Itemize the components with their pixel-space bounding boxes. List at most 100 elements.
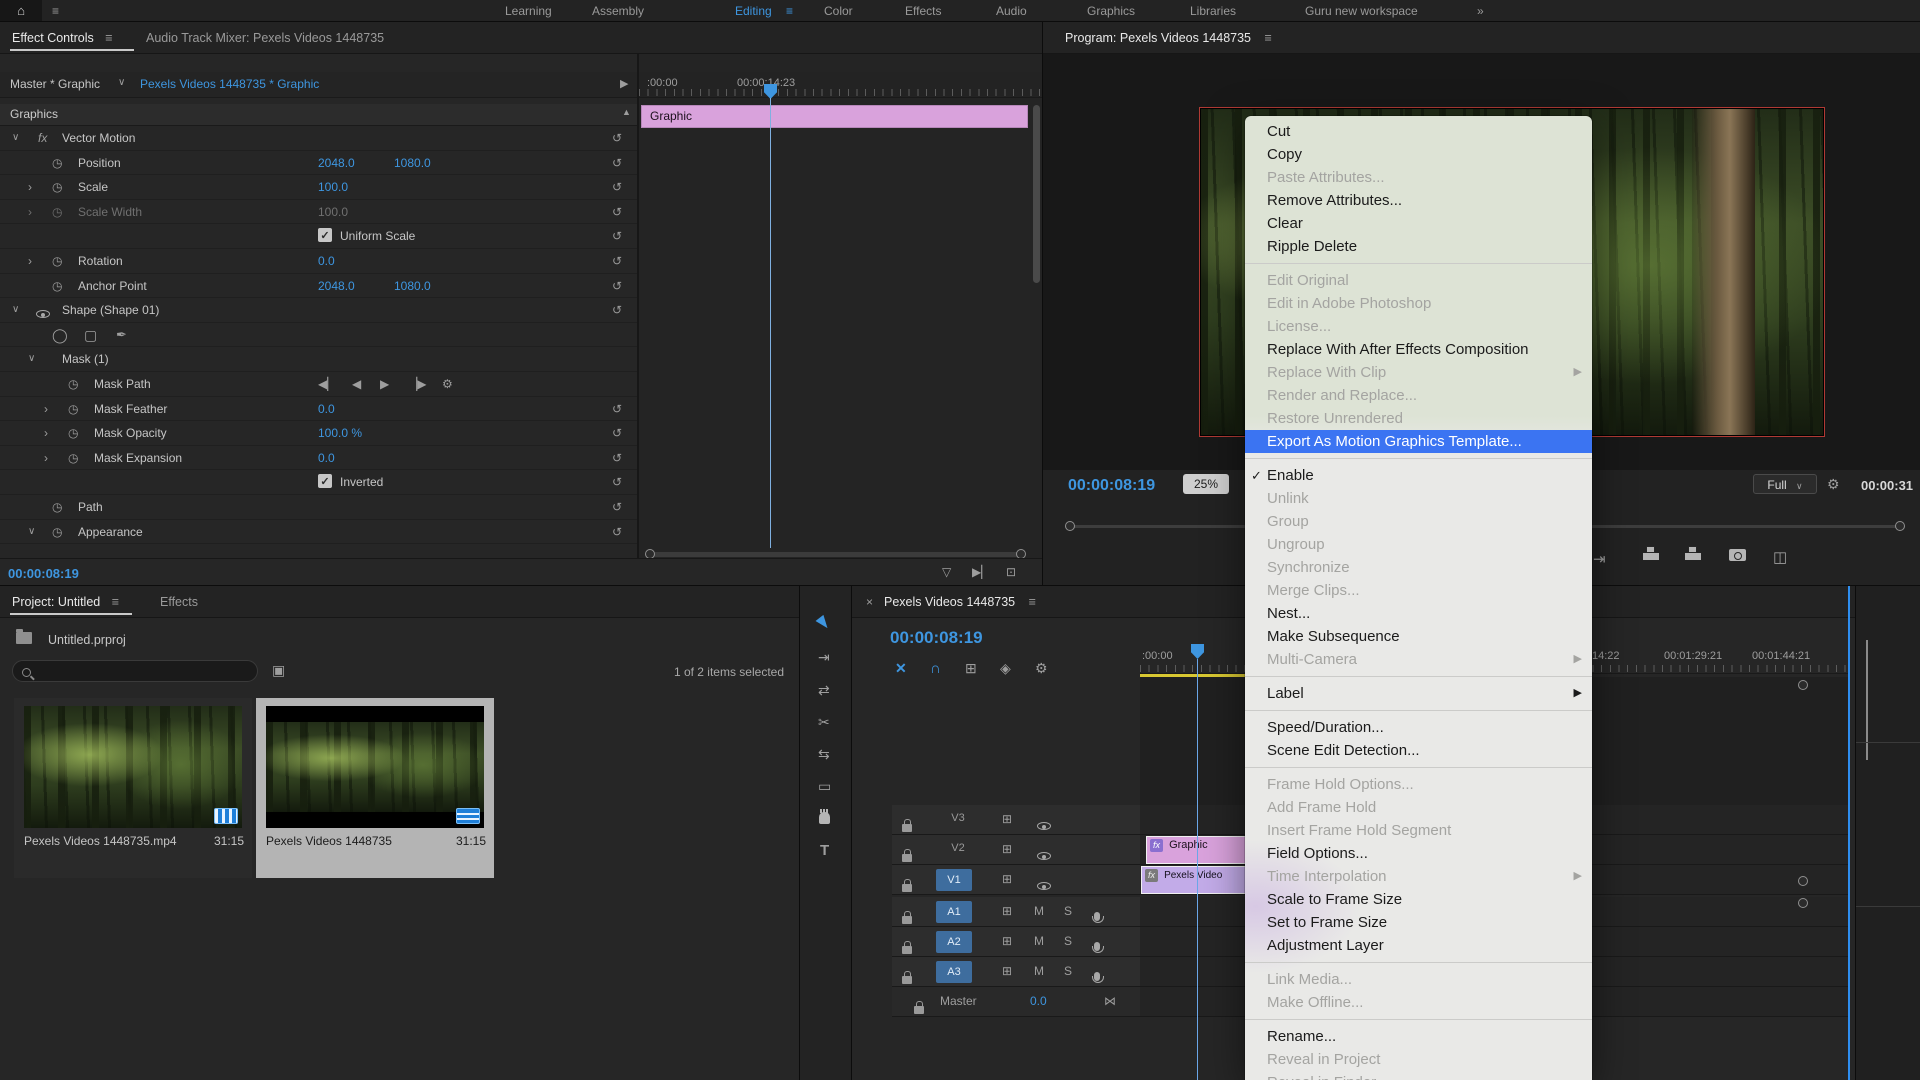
magnet-snap-icon[interactable]: ∩ [930,660,941,677]
hand-tool[interactable] [819,809,830,827]
rectangle-tool-icon[interactable]: ▢ [84,327,97,343]
master-gain-value[interactable]: 0.0 [1030,994,1047,1008]
wrench-icon[interactable]: ⚙ [442,376,453,392]
add-marker-icon[interactable]: ◈ [1000,660,1011,677]
ellipse-tool-icon[interactable]: ◯ [52,327,68,343]
master-clip-tab[interactable]: Master * Graphic [10,77,100,91]
stopwatch-icon[interactable]: ◷ [52,524,62,540]
sync-lock-icon[interactable]: ⊞ [1002,964,1012,978]
step-forward-icon[interactable]: ▶ [380,376,389,392]
mute-button[interactable]: M [1034,904,1044,918]
program-timecode[interactable]: 00:00:08:19 [1068,477,1155,495]
graphic-clip-bar[interactable]: Graphic [641,105,1028,128]
stopwatch-icon[interactable]: ◷ [68,376,78,392]
stopwatch-icon[interactable]: ◷ [52,278,62,294]
seek-left-handle[interactable] [1065,521,1075,531]
workspace-editing[interactable]: Editing [735,0,772,22]
reset-icon[interactable]: ↺ [612,228,622,244]
clip-thumbnail[interactable] [24,706,242,828]
chevron-right-icon[interactable]: › [44,401,48,417]
project-item-selected[interactable]: Pexels Videos 1448735 31:15 [256,698,494,878]
nest-toggle-icon[interactable]: ✕ [895,660,907,677]
linked-selection-icon[interactable]: ⊞ [965,660,977,677]
panel-menu-icon[interactable]: ≡ [112,595,119,609]
anchor-y-value[interactable]: 1080.0 [394,278,431,294]
vertical-scrollbar[interactable] [1033,105,1040,283]
extract-icon[interactable] [1685,546,1701,563]
mask-expansion-row[interactable]: › ◷ Mask Expansion 0.0 ↺ [0,446,637,471]
sync-lock-icon[interactable]: ⊞ [1002,904,1012,918]
tab-program[interactable]: Program: Pexels Videos 1448735 ≡ [1065,22,1272,54]
next-keyframe-icon[interactable]: ▕▶ [408,376,426,392]
vscroll-top-handle[interactable] [1798,680,1808,690]
horizontal-scrollbar[interactable] [653,552,1019,557]
path-row[interactable]: ◷ Path ↺ [0,495,637,520]
menu-item-nest[interactable]: Nest... [1245,602,1592,625]
menu-item-adjustment-layer[interactable]: Adjustment Layer [1245,934,1592,957]
razor-tool[interactable]: ✂ [818,714,830,731]
scale-value[interactable]: 100.0 [318,179,348,195]
export-frame-icon[interactable] [1729,549,1746,564]
reset-icon[interactable]: ↺ [612,450,622,466]
vscroll-handle[interactable] [1798,876,1808,886]
sync-lock-icon[interactable]: ⊞ [1002,872,1012,886]
anchor-x-value[interactable]: 2048.0 [318,278,355,294]
reset-icon[interactable]: ↺ [612,179,622,195]
stopwatch-icon[interactable]: ◷ [68,450,78,466]
project-filename[interactable]: Untitled.prproj [48,633,126,647]
mask-group-row[interactable]: ∨ Mask (1) [0,347,637,372]
mute-button[interactable]: M [1034,964,1044,978]
menu-item-scale-to-frame-size[interactable]: Scale to Frame Size [1245,888,1592,911]
seek-right-handle[interactable] [1895,521,1905,531]
sequence-thumbnail[interactable] [266,706,484,828]
menu-item-speed-duration[interactable]: Speed/Duration... [1245,716,1592,739]
funnel-icon[interactable]: ▽ [942,565,951,579]
mask-expansion-value[interactable]: 0.0 [318,450,335,466]
uniform-scale-checkbox[interactable]: ✓ [318,228,332,243]
tab-effects[interactable]: Effects [160,586,198,618]
menu-item-export-motion-graphics-template[interactable]: Export As Motion Graphics Template... [1245,430,1592,453]
stopwatch-icon[interactable]: ◷ [52,179,62,195]
scale-row[interactable]: › ◷ Scale 100.0 ↺ [0,175,637,200]
close-icon[interactable]: × [866,595,873,609]
current-timecode[interactable]: 00:00:08:19 [8,566,79,581]
export-icon[interactable]: ⊡ [1006,565,1016,579]
track-target-badge[interactable]: A1 [936,901,972,923]
chevron-right-icon[interactable]: › [44,450,48,466]
workspace-libraries[interactable]: Libraries [1190,0,1236,22]
workspace-assembly[interactable]: Assembly [592,0,644,22]
menu-item-remove-attributes[interactable]: Remove Attributes... [1245,189,1592,212]
reset-icon[interactable]: ↺ [612,425,622,441]
prev-keyframe-icon[interactable]: ◀▏ [318,376,336,392]
project-bin-icon[interactable] [16,629,32,647]
tab-sequence[interactable]: Pexels Videos 1448735 ≡ [884,586,1036,618]
playback-quality-dropdown[interactable]: Full ∨ [1753,474,1817,494]
filmstrip-badge-icon[interactable] [214,808,238,824]
reset-icon[interactable]: ↺ [612,155,622,171]
home-icon[interactable]: ⌂ [0,0,42,22]
track-label[interactable]: V2 [940,842,976,854]
play-clip-icon[interactable]: ▶▏ [972,565,990,579]
panel-menu-icon[interactable]: ≡ [1029,595,1036,609]
track-target-badge[interactable]: A2 [936,931,972,953]
pen-tool-icon[interactable]: ✒ [116,327,127,343]
lift-icon[interactable] [1643,546,1659,563]
mask-opacity-value[interactable]: 100.0 % [318,425,362,441]
panel-menu-icon[interactable]: ≡ [105,31,112,45]
shape-row[interactable]: ∨ Shape (Shape 01) ↺ [0,298,637,323]
chevron-right-icon[interactable]: › [28,253,32,269]
track-target-badge[interactable]: A3 [936,961,972,983]
workspace-guru[interactable]: Guru new workspace [1305,0,1418,22]
reset-icon[interactable]: ↺ [612,130,622,146]
comparison-view-icon[interactable]: ◫ [1773,548,1787,566]
stopwatch-icon[interactable]: ◷ [52,253,62,269]
vscroll-bottom-handle[interactable] [1798,898,1808,908]
stopwatch-icon[interactable]: ◷ [68,425,78,441]
workspace-effects[interactable]: Effects [905,0,941,22]
vector-motion-row[interactable]: ∨ fx Vector Motion ↺ [0,126,637,151]
stopwatch-icon[interactable]: ◷ [52,499,62,515]
settings-wrench-icon[interactable]: ⚙ [1827,476,1840,493]
menu-item-cut[interactable]: Cut [1245,120,1592,143]
slip-tool[interactable]: ⇆ [818,746,830,763]
show-timeline-arrow-icon[interactable]: ▶ [620,77,628,90]
